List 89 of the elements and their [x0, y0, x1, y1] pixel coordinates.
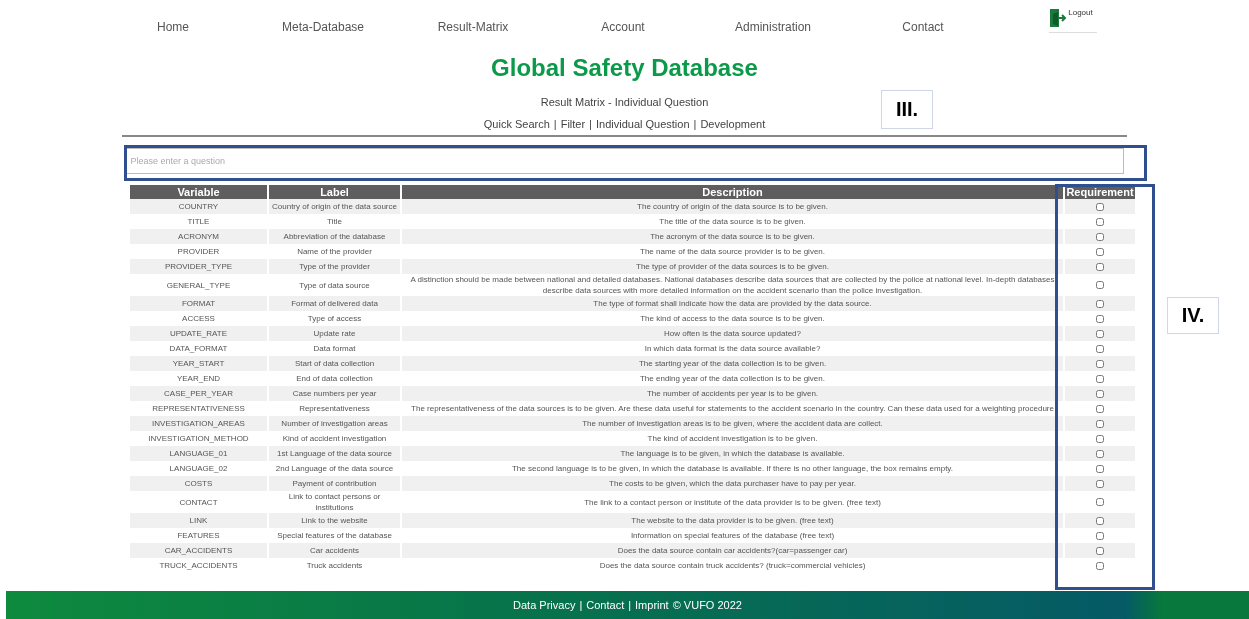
requirement-checkbox[interactable] [1096, 389, 1104, 398]
annotation-label: IV. [1167, 297, 1219, 334]
requirement-checkbox[interactable] [1096, 359, 1104, 368]
description-cell: The country of origin of the data source is to be given. [402, 199, 1063, 214]
label-cell: Link to the website [269, 513, 400, 528]
door-exit-icon [1049, 7, 1068, 28]
description-cell: The number of investigation areas is to be given, where the accident data are collect. [402, 416, 1063, 431]
variable-cell: LANGUAGE_01 [130, 446, 267, 461]
requirement-checkbox[interactable] [1096, 217, 1104, 226]
variable-cell: YEAR_START [130, 356, 267, 371]
requirement-checkbox[interactable] [1096, 262, 1104, 271]
label-cell: Payment of contribution [269, 476, 400, 491]
column-header: Variable [130, 185, 267, 199]
footer-link[interactable]: Data Privacy [513, 599, 576, 611]
requirement-checkbox[interactable] [1096, 561, 1104, 570]
label-cell: Car accidents [269, 543, 400, 558]
sub-nav-link[interactable]: Development [700, 118, 766, 130]
separator: | [628, 599, 632, 611]
description-cell: The type of format shall indicate how the data are provided by the data source. [402, 296, 1063, 311]
requirement-checkbox[interactable] [1096, 464, 1104, 473]
requirement-checkbox[interactable] [1096, 546, 1104, 555]
label-cell: Number of investigation areas [269, 416, 400, 431]
description-cell: The website to the data provider is to be given. (free text) [402, 513, 1063, 528]
nav-link[interactable]: Contact [848, 20, 998, 34]
requirement-checkbox[interactable] [1096, 314, 1104, 323]
separator: | [589, 118, 592, 130]
description-cell: The costs to be given, which the data purchaser have to pay per year. [402, 476, 1063, 491]
requirement-checkbox[interactable] [1096, 329, 1104, 338]
label-cell: Format of delivered data [269, 296, 400, 311]
logout-button[interactable]: Logout [1049, 7, 1097, 33]
column-header: Label [269, 185, 400, 199]
column-header: Description [402, 185, 1063, 199]
page-title: Global Safety Database [490, 54, 759, 82]
nav-link[interactable]: Result-Matrix [398, 20, 548, 34]
variable-cell: ACRONYM [130, 229, 267, 244]
sub-nav-link[interactable]: Quick Search [483, 118, 550, 130]
footer-link[interactable]: Imprint [635, 599, 669, 611]
label-cell: 1st Language of the data source [269, 446, 400, 461]
label-cell: Start of data collection [269, 356, 400, 371]
requirement-checkbox[interactable] [1096, 434, 1104, 443]
description-cell: The number of accidents per year is to be given. [402, 386, 1063, 401]
nav-link[interactable]: Administration [698, 20, 848, 34]
nav-link[interactable]: Account [548, 20, 698, 34]
variable-cell: CAR_ACCIDENTS [130, 543, 267, 558]
separator: | [553, 118, 557, 130]
variable-cell: COSTS [130, 476, 267, 491]
nav-link[interactable]: Home [98, 20, 248, 34]
label-cell: Case numbers per year [269, 386, 400, 401]
requirement-checkbox[interactable] [1096, 498, 1104, 506]
page-subtitle: Result Matrix - Individual Question [539, 96, 710, 108]
requirement-checkbox[interactable] [1096, 247, 1104, 256]
description-cell: The starting year of the data collection is to be given. [402, 356, 1063, 371]
requirement-checkbox[interactable] [1096, 202, 1104, 211]
sub-nav-link[interactable]: Individual Question [595, 118, 690, 130]
requirement-checkbox[interactable] [1096, 404, 1104, 413]
nav-link[interactable]: Meta-Database [248, 20, 398, 34]
separator: | [579, 599, 583, 611]
requirement-checkbox[interactable] [1096, 516, 1104, 525]
description-cell: The language is to be given, in which the database is available. [402, 446, 1063, 461]
label-cell: Update rate [269, 326, 400, 341]
sub-nav-link[interactable]: Filter [560, 118, 586, 130]
description-cell: How often is the data source updated? [402, 326, 1063, 341]
question-field[interactable]: Please enter a question [125, 148, 1124, 174]
variable-cell: INVESTIGATION_AREAS [130, 416, 267, 431]
variable-cell: COUNTRY [130, 199, 267, 214]
variable-cell: LINK [130, 513, 267, 528]
variable-cell: PROVIDER_TYPE [130, 259, 267, 274]
description-cell: The acronym of the data source is to be given. [402, 229, 1063, 244]
requirement-checkbox[interactable] [1096, 531, 1104, 540]
requirement-checkbox[interactable] [1096, 419, 1104, 428]
requirement-checkbox[interactable] [1096, 281, 1104, 289]
description-cell: The type of provider of the data sources is to be given. [402, 259, 1063, 274]
label-cell: Type of the provider [269, 259, 400, 274]
variable-cell: FORMAT [130, 296, 267, 311]
requirement-checkbox[interactable] [1096, 374, 1104, 383]
label-cell: Abbreviation of the database [269, 229, 400, 244]
variable-cell: CASE_PER_YEAR [130, 386, 267, 401]
separator: | [693, 118, 697, 130]
variable-cell: UPDATE_RATE [130, 326, 267, 341]
requirement-checkbox[interactable] [1096, 479, 1104, 488]
requirement-checkbox[interactable] [1096, 232, 1104, 241]
label-cell: Country of origin of the data source [269, 199, 400, 214]
requirement-checkbox[interactable] [1096, 299, 1104, 308]
copyright-text: © VUFO 2022 [672, 599, 742, 611]
requirement-checkbox[interactable] [1096, 344, 1104, 353]
requirement-checkbox[interactable] [1096, 449, 1104, 458]
annotation-label: III. [881, 90, 933, 129]
footer-link[interactable]: Contact [586, 599, 625, 611]
description-cell: Does the data source contain car accidents?(car=passenger car) [402, 543, 1063, 558]
